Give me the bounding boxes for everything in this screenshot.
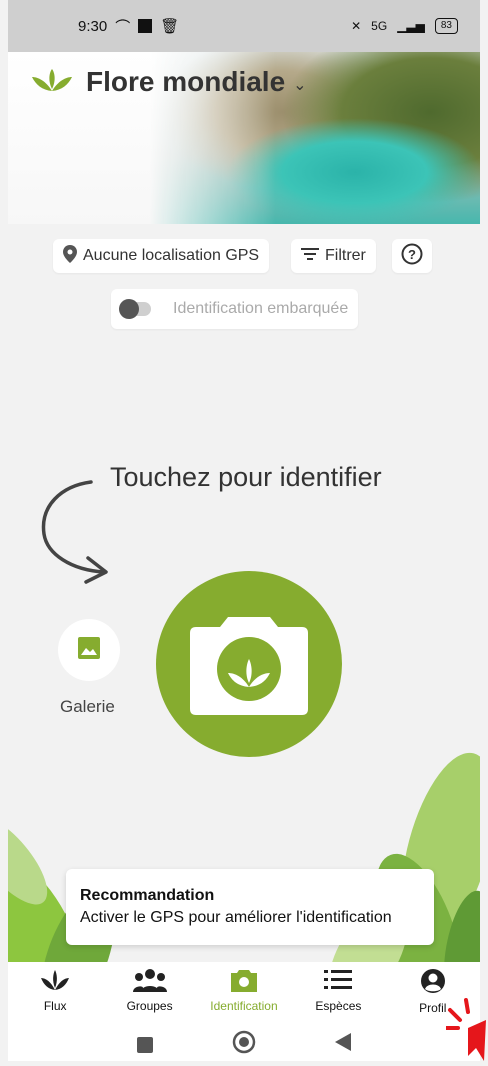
home-icon[interactable] — [232, 1030, 256, 1059]
signal-icon: ▁▃▅ — [397, 19, 425, 33]
camera-identify-button[interactable] — [156, 571, 342, 757]
page-title: Flore mondiale — [86, 66, 286, 97]
mute-icon: ✕ — [351, 19, 362, 33]
camera-icon — [188, 609, 310, 720]
battery-icon: 83 — [434, 18, 458, 34]
group-icon — [132, 968, 167, 995]
trash-icon: 🗑 — [160, 18, 180, 35]
offline-label: Identification embarquée — [173, 300, 349, 317]
gps-location-chip[interactable]: Aucune localisation GPS — [53, 239, 270, 273]
filter-button[interactable]: Filtrer — [291, 239, 376, 273]
flora-selector[interactable]: Flore mondiale ⌄ — [30, 66, 307, 98]
chevron-down-icon: ⌄ — [293, 77, 307, 94]
nav-groupes-label: Groupes — [126, 999, 173, 1013]
curved-arrow-icon — [36, 476, 116, 591]
identify-prompt: Touchez pour identifier — [110, 462, 382, 492]
gallery-label: Galerie — [60, 697, 115, 716]
cast-icon: ⌒ — [115, 18, 131, 36]
help-button[interactable]: ? — [392, 239, 432, 273]
back-icon[interactable] — [334, 1033, 351, 1056]
filter-icon — [301, 247, 319, 266]
leaves-icon — [41, 968, 70, 995]
recents-icon[interactable] — [137, 1036, 154, 1053]
toggle-switch[interactable] — [119, 299, 151, 319]
nav-flux-label: Flux — [43, 999, 67, 1013]
header: Flore mondiale ⌄ — [8, 52, 480, 224]
filter-label: Filtrer — [325, 247, 366, 264]
offline-identification-toggle[interactable]: Identification embarquée — [111, 289, 359, 329]
gps-label: Aucune localisation GPS — [83, 247, 260, 264]
recommendation-toast: Recommandation Activer le GPS pour améli… — [66, 869, 434, 945]
bottom-navigation: Flux Groupes Identification Espèces Prof… — [8, 962, 480, 1028]
svg-text:?: ? — [408, 247, 416, 262]
network-label: 5G — [371, 19, 388, 33]
nav-especes[interactable]: Espèces — [294, 968, 382, 1013]
nav-profil-label: Profil — [419, 1001, 447, 1015]
list-icon — [324, 968, 353, 995]
tap-indicator-icon — [444, 998, 488, 1066]
location-pin-icon — [63, 244, 77, 268]
status-right: ✕ 5G ▁▃▅ 83 — [351, 18, 458, 34]
nav-flux[interactable]: Flux — [11, 968, 99, 1013]
profile-icon — [420, 968, 446, 997]
image-icon — [78, 636, 100, 664]
status-left: 9:30 ⌒ 🗑 — [78, 16, 179, 37]
help-icon: ? — [401, 243, 423, 270]
toast-message: Activer le GPS pour améliorer l'identifi… — [80, 909, 392, 926]
gallery-button[interactable] — [58, 619, 120, 681]
nav-especes-label: Espèces — [315, 999, 362, 1013]
system-navigation-bar — [8, 1028, 480, 1061]
status-time: 9:30 — [78, 17, 108, 35]
app-notification-icon — [138, 19, 153, 33]
nav-identification-label: Identification — [210, 999, 278, 1013]
plant-logo-icon — [30, 67, 74, 98]
status-bar: 9:30 ⌒ 🗑 ✕ 5G ▁▃▅ 83 — [8, 0, 480, 52]
nav-groupes[interactable]: Groupes — [106, 968, 194, 1013]
nav-identification[interactable]: Identification — [200, 968, 288, 1013]
camera-icon — [230, 968, 257, 995]
toast-title: Recommandation — [80, 887, 215, 904]
